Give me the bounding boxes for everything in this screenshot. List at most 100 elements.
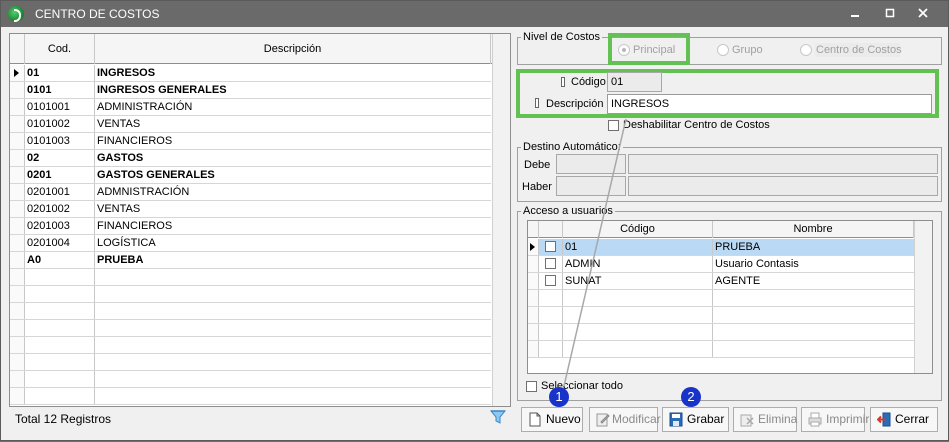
cell-cod: 0201002 xyxy=(25,201,95,217)
debe-desc-field[interactable] xyxy=(628,154,938,174)
cell-cod: 0101003 xyxy=(25,133,95,149)
header-descripcion[interactable]: Descripción xyxy=(95,34,491,64)
empty-row xyxy=(528,307,914,324)
empty-row xyxy=(528,341,914,358)
usuario-checkbox[interactable] xyxy=(545,258,556,269)
save-icon xyxy=(669,412,683,427)
cell-descripcion: ADMINISTRACIÓN xyxy=(97,101,193,113)
maximize-button[interactable] xyxy=(879,5,901,23)
deshabilitar-checkbox[interactable] xyxy=(608,120,619,131)
grabar-button[interactable]: Grabar xyxy=(662,407,729,432)
uheader-check xyxy=(539,221,563,238)
grid-header-indicator xyxy=(10,34,25,64)
table-row[interactable]: 0101003 FINANCIEROS xyxy=(10,133,491,150)
imprimir-button[interactable]: Imprimir xyxy=(801,407,869,432)
table-row[interactable]: 01 INGRESOS xyxy=(10,65,491,82)
delete-icon xyxy=(740,414,754,427)
filter-icon xyxy=(489,410,507,424)
header-cod[interactable]: Cod. xyxy=(25,34,95,64)
usuario-row[interactable]: 01 PRUEBA xyxy=(528,239,914,256)
cell-descripcion: FINANCIEROS xyxy=(97,135,173,147)
elimina-button[interactable]: Elimina xyxy=(733,407,797,432)
close-icon xyxy=(918,8,928,18)
table-row[interactable]: 0201 GASTOS GENERALES xyxy=(10,167,491,184)
nuevo-label: Nuevo xyxy=(546,412,581,426)
total-registros: Total 12 Registros xyxy=(15,412,112,426)
cell-descripcion: PRUEBA xyxy=(97,254,144,266)
cell-cod: 0101002 xyxy=(25,116,95,132)
cell-cod: 0201001 xyxy=(25,184,95,200)
seleccionar-todo-checkbox[interactable] xyxy=(526,381,537,392)
haber-desc-field[interactable] xyxy=(628,176,938,196)
radio-dot xyxy=(717,44,729,56)
callout-badge-2: 2 xyxy=(681,387,701,407)
codigo-field[interactable]: 01 xyxy=(607,72,662,92)
centros-grid[interactable]: Cod. Descripción 01 INGRESOS 0101 INGRES… xyxy=(9,33,511,407)
callout-badge-1: 1 xyxy=(549,387,569,407)
table-row[interactable]: 0101 INGRESOS GENERALES xyxy=(10,82,491,99)
field-marker-icon xyxy=(561,77,565,87)
descripcion-label: Descripción xyxy=(546,98,604,110)
usuario-checkbox[interactable] xyxy=(545,275,556,286)
maximize-icon xyxy=(885,8,895,18)
cell-descripcion: VENTAS xyxy=(97,203,141,215)
current-row-arrow-icon xyxy=(14,69,19,77)
table-row[interactable]: A0 PRUEBA xyxy=(10,252,491,269)
grabar-label: Grabar xyxy=(687,412,725,426)
cell-usuario-codigo: ADMIN xyxy=(563,256,713,272)
usuarios-vertical-scrollbar[interactable] xyxy=(914,221,932,373)
haber-code-field[interactable] xyxy=(556,176,626,196)
table-row[interactable]: 0201003 FINANCIEROS xyxy=(10,218,491,235)
app-logo-icon xyxy=(8,6,24,22)
cell-cod: 0101 xyxy=(25,82,95,98)
cell-descripcion: GASTOS xyxy=(97,152,144,164)
empty-row xyxy=(10,269,491,286)
centro-de-costos-window: CENTRO DE COSTOS Cod. Descripción 01 ING… xyxy=(0,0,949,441)
usuario-checkbox[interactable] xyxy=(545,241,556,252)
current-row-arrow-icon xyxy=(530,243,535,251)
empty-row xyxy=(528,324,914,341)
imprimir-label: Imprimir xyxy=(826,412,870,426)
title-bar[interactable]: CENTRO DE COSTOS xyxy=(1,1,948,27)
table-row[interactable]: 0201004 LOGÍSTICA xyxy=(10,235,491,252)
grid-vertical-scrollbar[interactable] xyxy=(492,34,510,406)
exit-door-icon xyxy=(877,412,891,427)
field-marker-icon xyxy=(535,98,539,108)
empty-row xyxy=(10,337,491,354)
empty-row xyxy=(10,354,491,371)
debe-code-field[interactable] xyxy=(556,154,626,174)
uheader-nombre[interactable]: Nombre xyxy=(713,221,914,238)
destino-legend: Destino Automático: xyxy=(523,141,621,153)
usuarios-grid[interactable]: Código Nombre 01 PRUEBA ADMIN Usuario Co… xyxy=(527,220,933,374)
radio-grupo-label: Grupo xyxy=(732,44,763,56)
minimize-icon xyxy=(851,15,859,17)
table-row[interactable]: 0201001 ADMNISTRACIÓN xyxy=(10,184,491,201)
cell-cod: 0201 xyxy=(25,167,95,183)
empty-row xyxy=(10,371,491,388)
minimize-button[interactable] xyxy=(844,5,866,23)
haber-label: Haber xyxy=(522,181,552,193)
usuario-row[interactable]: SUNAT AGENTE xyxy=(528,273,914,290)
descripcion-input[interactable]: INGRESOS xyxy=(607,94,932,114)
table-row[interactable]: 0201002 VENTAS xyxy=(10,201,491,218)
cell-descripcion: INGRESOS xyxy=(97,67,156,79)
radio-dot xyxy=(800,44,812,56)
cell-cod: 02 xyxy=(25,150,95,166)
close-window-button[interactable] xyxy=(912,5,934,23)
table-row[interactable]: 02 GASTOS xyxy=(10,150,491,167)
table-row[interactable]: 0101001 ADMINISTRACIÓN xyxy=(10,99,491,116)
cell-descripcion: ADMNISTRACIÓN xyxy=(97,186,190,198)
modificar-button[interactable]: Modificar xyxy=(589,407,661,432)
empty-row xyxy=(10,303,491,320)
nuevo-button[interactable]: Nuevo xyxy=(521,407,583,432)
cell-cod: 0201003 xyxy=(25,218,95,234)
uheader-codigo[interactable]: Código xyxy=(563,221,713,238)
filter-button[interactable] xyxy=(489,408,507,426)
usuario-row[interactable]: ADMIN Usuario Contasis xyxy=(528,256,914,273)
table-row[interactable]: 0101002 VENTAS xyxy=(10,116,491,133)
cell-descripcion: INGRESOS GENERALES xyxy=(97,84,227,96)
cerrar-button[interactable]: Cerrar xyxy=(870,407,938,432)
cell-descripcion: FINANCIEROS xyxy=(97,220,173,232)
debe-label: Debe xyxy=(524,159,551,171)
radio-centro-label: Centro de Costos xyxy=(815,43,902,57)
